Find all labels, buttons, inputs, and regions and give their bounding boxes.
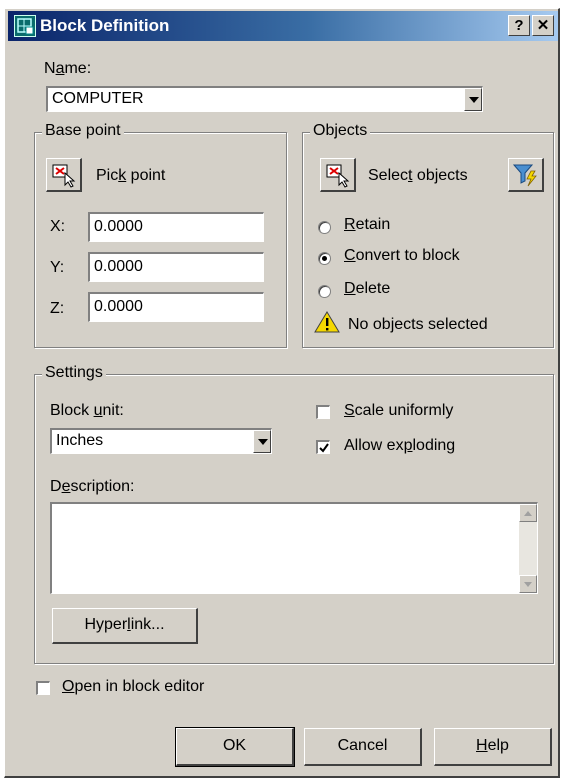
dialog-title: Block Definition bbox=[40, 16, 170, 35]
x-input[interactable]: 0.0000 bbox=[88, 212, 264, 242]
title-bar[interactable]: Block Definition ? ✕ bbox=[8, 11, 558, 41]
name-value: COMPUTER bbox=[52, 90, 144, 107]
no-objects-warning: No objects selected bbox=[348, 316, 488, 333]
description-textarea[interactable] bbox=[50, 502, 538, 594]
description-scrollbar[interactable] bbox=[519, 504, 537, 593]
y-input[interactable]: 0.0000 bbox=[88, 252, 264, 282]
close-icon[interactable]: ✕ bbox=[532, 15, 554, 36]
z-label: Z: bbox=[50, 300, 65, 317]
pick-point-icon bbox=[52, 164, 76, 188]
cancel-button[interactable]: Cancel bbox=[304, 728, 422, 766]
open-in-block-editor-label: Open in block editor bbox=[62, 678, 205, 695]
delete-label: Delete bbox=[344, 280, 391, 297]
scale-uniformly-label: Scale uniformly bbox=[344, 402, 454, 419]
block-definition-icon bbox=[14, 15, 36, 37]
name-label: Name: bbox=[44, 60, 92, 77]
block-unit-label: Block unit: bbox=[50, 402, 124, 419]
block-unit-select[interactable]: Inches bbox=[50, 428, 272, 454]
block-unit-value: Inches bbox=[56, 432, 104, 449]
chevron-down-icon[interactable] bbox=[464, 88, 482, 111]
allow-exploding-label: Allow exploding bbox=[344, 437, 456, 454]
select-objects-button[interactable] bbox=[320, 158, 356, 192]
radio-selected-dot bbox=[322, 256, 327, 261]
name-combobox[interactable]: COMPUTER bbox=[46, 86, 483, 112]
convert-label: Convert to block bbox=[344, 247, 460, 264]
x-label: X: bbox=[50, 218, 66, 235]
delete-radio[interactable] bbox=[318, 285, 331, 298]
objects-title: Objects bbox=[310, 122, 371, 140]
ok-button[interactable]: OK bbox=[175, 727, 295, 767]
settings-title: Settings bbox=[42, 364, 106, 382]
help-button[interactable]: Help bbox=[434, 728, 552, 766]
pick-point-label: Pick point bbox=[96, 167, 166, 184]
select-objects-label: Select objects bbox=[368, 167, 468, 184]
chevron-down-icon[interactable] bbox=[253, 430, 271, 453]
help-caption-button[interactable]: ? bbox=[508, 15, 530, 36]
warning-icon bbox=[314, 310, 340, 334]
scale-uniformly-checkbox[interactable] bbox=[316, 405, 330, 419]
select-objects-icon bbox=[326, 164, 350, 188]
hyperlink-button[interactable]: Hyperlink... bbox=[52, 608, 198, 644]
y-label: Y: bbox=[50, 259, 65, 276]
retain-label: Retain bbox=[344, 216, 391, 233]
z-input[interactable]: 0.0000 bbox=[88, 292, 264, 322]
base-point-title: Base point bbox=[42, 122, 124, 140]
quick-select-filter-icon bbox=[512, 164, 537, 187]
retain-radio[interactable] bbox=[318, 221, 331, 234]
scroll-down-icon[interactable] bbox=[519, 575, 537, 593]
quick-select-button[interactable] bbox=[508, 158, 544, 192]
open-in-block-editor-checkbox[interactable] bbox=[36, 681, 50, 695]
convert-radio[interactable] bbox=[318, 252, 331, 265]
description-label: Description: bbox=[50, 478, 135, 495]
pick-point-button[interactable] bbox=[46, 158, 82, 192]
scroll-up-icon[interactable] bbox=[519, 504, 537, 522]
allow-exploding-checkbox[interactable] bbox=[316, 440, 330, 454]
checkmark-icon bbox=[319, 443, 329, 453]
